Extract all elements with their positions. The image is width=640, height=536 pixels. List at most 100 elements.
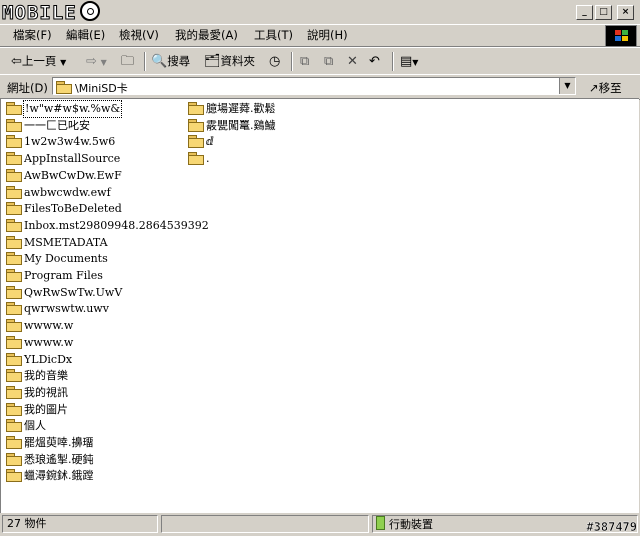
up-folder-button[interactable]: 🗀	[121, 52, 134, 70]
list-item-label: FilesToBeDeleted	[24, 202, 122, 216]
maximize-button[interactable]: □	[595, 5, 612, 20]
list-item-label: QwRwSwTw.UwV	[24, 285, 123, 299]
folder-icon	[6, 252, 22, 266]
list-item-label: My Documents	[24, 252, 108, 266]
mobile-device-icon	[376, 516, 385, 530]
move-to-icon: ⧉	[300, 54, 310, 69]
list-item-label: 罷熅萸啈.擤璢	[24, 436, 94, 449]
list-item-label: ⅆ	[206, 135, 214, 149]
folder-icon	[6, 168, 22, 182]
file-list[interactable]: !w"w#w$w.%w& 一一匚已叱安 1w2w3w4w.5w6 AppInstall…	[0, 98, 639, 513]
folder-icon	[6, 285, 22, 299]
menu-view[interactable]: 檢視(V)	[119, 28, 159, 43]
list-item-label: !w"w#w$w.%w&	[22, 100, 123, 118]
list-item-label: .	[206, 152, 210, 166]
list-item-label: wwww.w	[24, 319, 74, 333]
delete-icon: ✕	[347, 54, 358, 69]
list-item-label: AppInstallSource	[24, 152, 121, 166]
status-bar: 27 物件 行動裝置 #387479	[0, 513, 640, 536]
list-item-label: Program Files	[24, 269, 103, 282]
back-arrow-icon: ⇦	[11, 54, 22, 69]
watermark: #387479	[586, 520, 637, 534]
folder-icon	[6, 218, 22, 232]
menu-file[interactable]: 檔案(F)	[13, 28, 52, 43]
address-bar: 網址(D) \MiniSD卡 ▼ ↗移至	[0, 74, 640, 100]
up-folder-icon: 🗀	[121, 54, 135, 69]
folder-icon	[188, 118, 204, 132]
list-item-label: MSMETADATA	[24, 235, 108, 249]
folder-icon	[6, 202, 22, 216]
menu-edit[interactable]: 編輯(E)	[66, 28, 105, 43]
folder-icon	[6, 385, 22, 399]
views-button[interactable]: ▤▼	[400, 52, 418, 70]
go-button[interactable]: ↗移至	[589, 80, 622, 96]
search-button[interactable]: 🔍搜尋	[151, 52, 190, 70]
folders-icon: 🗂	[204, 54, 221, 69]
folder-icon	[6, 118, 22, 132]
forward-button[interactable]: ⇨ ▼	[86, 52, 107, 70]
menu-help[interactable]: 說明(H)	[307, 28, 348, 43]
list-item-label: AwBwCwDw.EwF	[24, 168, 122, 182]
folder-icon	[6, 335, 22, 349]
mobile-logo: MOBILE	[2, 1, 100, 25]
copy-to-button[interactable]: ⧉	[324, 52, 333, 70]
folder-icon	[188, 152, 204, 166]
menu-bar: 檔案(F) 編輯(E) 檢視(V) 我的最愛(A) 工具(T) 說明(H)	[0, 25, 640, 47]
undo-icon: ↶	[369, 54, 380, 69]
menu-favorites[interactable]: 我的最愛(A)	[175, 28, 238, 43]
views-icon: ▤	[400, 54, 413, 69]
folder-icon	[56, 81, 72, 94]
folder-icon	[6, 102, 22, 115]
folder-icon	[6, 352, 22, 366]
list-item-label: 蠟潯鋺鉥.鋨蹚	[24, 469, 94, 483]
list-item-label: YLDicDx	[24, 352, 73, 366]
title-bar: MOBILE _ □ ×	[0, 0, 640, 25]
delete-button[interactable]: ✕	[347, 52, 358, 70]
list-item-label: wwww.w	[24, 335, 74, 349]
windows-flag-icon	[605, 25, 637, 47]
folder-icon	[6, 235, 22, 249]
history-button[interactable]: ◷	[269, 52, 280, 70]
move-to-button[interactable]: ⧉	[300, 52, 309, 70]
folder-icon	[6, 419, 22, 433]
list-item-label: 霰甖闖鼍.鷄鱥	[206, 118, 276, 132]
address-value: \MiniSD卡	[75, 82, 128, 95]
close-button[interactable]: ×	[617, 5, 634, 20]
list-item-label: 我的視訊	[24, 385, 68, 399]
folder-icon	[6, 185, 22, 199]
undo-button[interactable]: ↶	[369, 52, 380, 70]
folder-icon	[6, 402, 22, 416]
list-item-label: 1w2w3w4w.5w6	[24, 135, 116, 149]
toolbar: ⇦上一頁 ▼ ⇨ ▼ 🗀 🔍搜尋 🗂資料夾 ◷ ⧉ ⧉ ✕ ↶ ▤▼	[0, 47, 640, 75]
folders-button[interactable]: 🗂資料夾	[204, 52, 255, 70]
folder-icon	[6, 369, 22, 383]
list-item-label: Inbox.mst29809948.2864539392	[24, 218, 209, 232]
address-field[interactable]: \MiniSD卡 ▼	[52, 77, 576, 95]
list-item-label: 個人	[24, 419, 46, 433]
disc-logo-icon	[79, 1, 100, 21]
folder-icon	[6, 319, 22, 333]
go-arrow-icon: ↗	[589, 81, 599, 95]
menu-tools[interactable]: 工具(T)	[254, 28, 293, 43]
folder-icon	[188, 102, 204, 115]
list-item-label: awbwcwdw.ewf	[24, 185, 111, 199]
address-label: 網址(D)	[7, 81, 48, 95]
search-icon: 🔍	[151, 54, 168, 69]
minimize-button[interactable]: _	[576, 5, 593, 20]
list-item-label: 我的圖片	[24, 402, 68, 416]
folder-icon	[6, 269, 22, 282]
list-item-label: qwrwswtw.uwv	[24, 302, 109, 316]
list-item-label: 一一匚已叱安	[24, 118, 90, 132]
list-item-label: 我的音樂	[24, 369, 68, 383]
forward-arrow-icon: ⇨	[86, 54, 97, 69]
status-object-count: 27 物件	[2, 515, 158, 533]
list-item-label: 臆場遲蕣.歡鬆	[206, 102, 276, 115]
list-item-label: 悉琅遙掣.硬鈍	[24, 452, 94, 466]
status-empty-pane	[161, 515, 369, 533]
folder-icon	[6, 152, 22, 166]
address-dropdown-button[interactable]: ▼	[559, 78, 575, 94]
copy-to-icon: ⧉	[324, 54, 334, 69]
back-button[interactable]: ⇦上一頁 ▼	[11, 52, 66, 70]
folder-icon	[6, 436, 22, 449]
history-icon: ◷	[269, 54, 281, 69]
